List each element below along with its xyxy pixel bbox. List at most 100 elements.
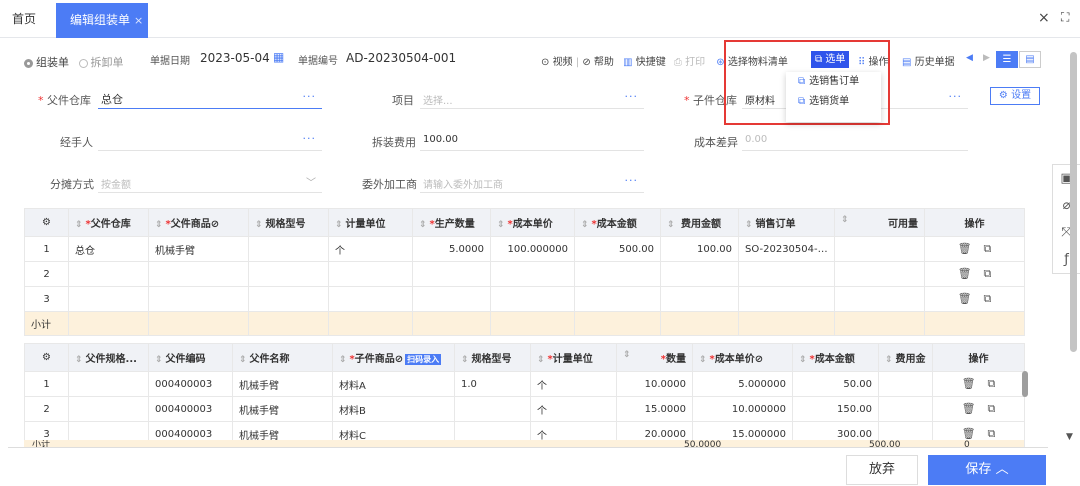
more-icon[interactable]: ··· [303, 132, 317, 145]
copy-icon[interactable]: ⧉ [984, 267, 992, 280]
project-field[interactable]: 选择... ··· [420, 87, 644, 109]
col-header[interactable]: ⇕ *成本金额 [574, 208, 661, 237]
settings-button[interactable]: ⚙ 设置 [990, 87, 1040, 105]
delete-icon[interactable]: 🗑 [958, 292, 972, 305]
cell-fee[interactable] [660, 286, 739, 312]
cell-qty[interactable]: 5.0000 [412, 236, 491, 262]
cell-qty[interactable] [412, 286, 491, 312]
tab-edit-assembly[interactable]: 编辑组装单 × [56, 3, 148, 38]
delete-icon[interactable]: 🗑 [962, 402, 976, 415]
cell-order[interactable]: SO-20230504-0... [738, 236, 835, 262]
radio-assemble[interactable]: 组装单 [24, 56, 69, 69]
scroll-down-icon[interactable]: ▼ [1066, 432, 1073, 442]
col-header[interactable]: ⇕ *生产数量 [412, 208, 491, 237]
column-settings-icon[interactable]: ⚙ [24, 343, 69, 372]
cell-spec[interactable] [248, 261, 329, 287]
copy-icon[interactable]: ⧉ [984, 242, 992, 255]
col-header[interactable]: ⇕ 父件规格... [68, 343, 149, 372]
cell-qty[interactable]: 15.0000 [616, 396, 693, 422]
cell-item[interactable] [148, 261, 249, 287]
page-scrollbar[interactable] [1070, 52, 1077, 352]
cell-qty[interactable] [412, 261, 491, 287]
table-row[interactable]: 2 🗑 ⧉ [24, 261, 1025, 287]
delete-icon[interactable]: 🗑 [958, 242, 972, 255]
cell-amount[interactable] [574, 286, 661, 312]
cell-item[interactable]: 机械手臂 [148, 236, 249, 262]
col-header[interactable]: ⇕ 销售订单 [738, 208, 835, 237]
more-icon[interactable]: ··· [303, 90, 317, 103]
list-view-icon[interactable]: ☰ [996, 51, 1018, 68]
cell-child-item[interactable]: 材料A [332, 371, 455, 397]
cell-unit[interactable] [328, 286, 413, 312]
alloc-select[interactable]: 按金额 ﹀ [98, 171, 322, 193]
cell-child-item[interactable]: 材料B [332, 396, 455, 422]
cell-warehouse[interactable]: 总仓 [68, 236, 149, 262]
handler-field[interactable]: ··· [98, 129, 322, 151]
cell-unit[interactable] [328, 261, 413, 287]
calendar-icon[interactable]: ▦ [273, 50, 284, 64]
more-icon[interactable]: ··· [949, 90, 963, 103]
cell-price[interactable] [490, 261, 575, 287]
table-row[interactable]: 1 000400003 机械手臂 材料A 1.0 个 10.0000 5.000… [24, 371, 1025, 397]
history-button[interactable]: ▤ 历史单据 [902, 53, 955, 68]
prev-arrow-icon[interactable]: ◀ [966, 53, 973, 63]
video-button[interactable]: ⊙ 视频 [541, 57, 573, 68]
col-header[interactable]: ⇕ 费用金 [878, 343, 933, 372]
dropdown-sales-order[interactable]: ⧉ 选销售订单 [786, 72, 881, 92]
next-arrow-icon[interactable]: ▶ [983, 53, 990, 63]
cancel-button[interactable]: 放弃 [846, 455, 918, 485]
col-header[interactable]: ⇕ 父件名称 [232, 343, 333, 372]
copy-icon[interactable]: ⧉ [988, 427, 996, 440]
cell-price[interactable]: 10.000000 [692, 396, 793, 422]
detail-view-icon[interactable]: ▤ [1019, 51, 1041, 68]
cell-spec[interactable] [248, 236, 329, 262]
cell-price[interactable]: 5.000000 [692, 371, 793, 397]
cell-unit[interactable]: 个 [328, 236, 413, 262]
outsource-field[interactable]: 请输入委外加工商 ··· [420, 171, 644, 193]
delete-icon[interactable]: 🗑 [958, 267, 972, 280]
cell-price[interactable] [490, 286, 575, 312]
copy-icon[interactable]: ⧉ [988, 402, 996, 415]
column-settings-icon[interactable]: ⚙ [24, 208, 69, 237]
window-expand-icon[interactable]: ⛶ [1061, 10, 1069, 25]
table-row[interactable]: 3 🗑 ⧉ [24, 286, 1025, 312]
cell-amount[interactable]: 50.00 [792, 371, 879, 397]
delete-icon[interactable]: 🗑 [962, 377, 976, 390]
dropdown-sales-delivery[interactable]: ⧉ 选销货单 [786, 92, 881, 112]
tab-close-icon[interactable]: × [134, 14, 143, 27]
window-close-icon[interactable]: × [1038, 10, 1050, 26]
col-header[interactable]: ⇕ *成本单价⊘ [692, 343, 793, 372]
shortcut-button[interactable]: ▥ 快捷键 [623, 57, 666, 68]
col-header[interactable]: ⇕ *子件商品⊘ 扫码录入 [332, 343, 455, 372]
select-order-button[interactable]: ⧉ 选单 [811, 51, 850, 68]
cell-amount[interactable] [574, 261, 661, 287]
cell-fee[interactable] [878, 371, 933, 397]
table-row[interactable]: 2 000400003 机械手臂 材料B 个 15.0000 10.000000… [24, 396, 1025, 422]
cell-amount[interactable]: 500.00 [574, 236, 661, 262]
col-header[interactable]: ⇕ 可用量 [834, 208, 925, 237]
col-header[interactable]: ⇕ *计量单位 [530, 343, 617, 372]
col-header[interactable]: ⇕ 费用金额 [660, 208, 739, 237]
col-header[interactable]: ⇕ *成本金额 [792, 343, 879, 372]
cell-amount[interactable]: 150.00 [792, 396, 879, 422]
col-header[interactable]: ⇕ *父件仓库 [68, 208, 149, 237]
cell-fee[interactable]: 100.00 [660, 236, 739, 262]
copy-icon[interactable]: ⧉ [988, 377, 996, 390]
scan-entry-button[interactable]: 扫码录入 [405, 354, 442, 365]
cell-item[interactable] [148, 286, 249, 312]
cell-spec[interactable] [248, 286, 329, 312]
cell-unit[interactable]: 个 [530, 371, 617, 397]
cell-warehouse[interactable] [68, 261, 149, 287]
table-scrollbar[interactable] [1022, 371, 1028, 397]
col-header[interactable]: ⇕ 计量单位 [328, 208, 413, 237]
copy-icon[interactable]: ⧉ [984, 292, 992, 305]
parent-warehouse-field[interactable]: 总仓 ··· [98, 87, 322, 109]
col-header[interactable]: ⇕ *父件商品⊘ [148, 208, 249, 237]
print-button[interactable]: ⎙ 打印 [674, 57, 705, 68]
more-icon[interactable]: ··· [625, 174, 639, 187]
col-header[interactable]: ⇕ 规格型号 [248, 208, 329, 237]
cell-order[interactable] [738, 286, 835, 312]
col-header[interactable]: ⇕ *数量 [616, 343, 693, 372]
cell-fee[interactable] [878, 396, 933, 422]
more-icon[interactable]: ··· [625, 90, 639, 103]
